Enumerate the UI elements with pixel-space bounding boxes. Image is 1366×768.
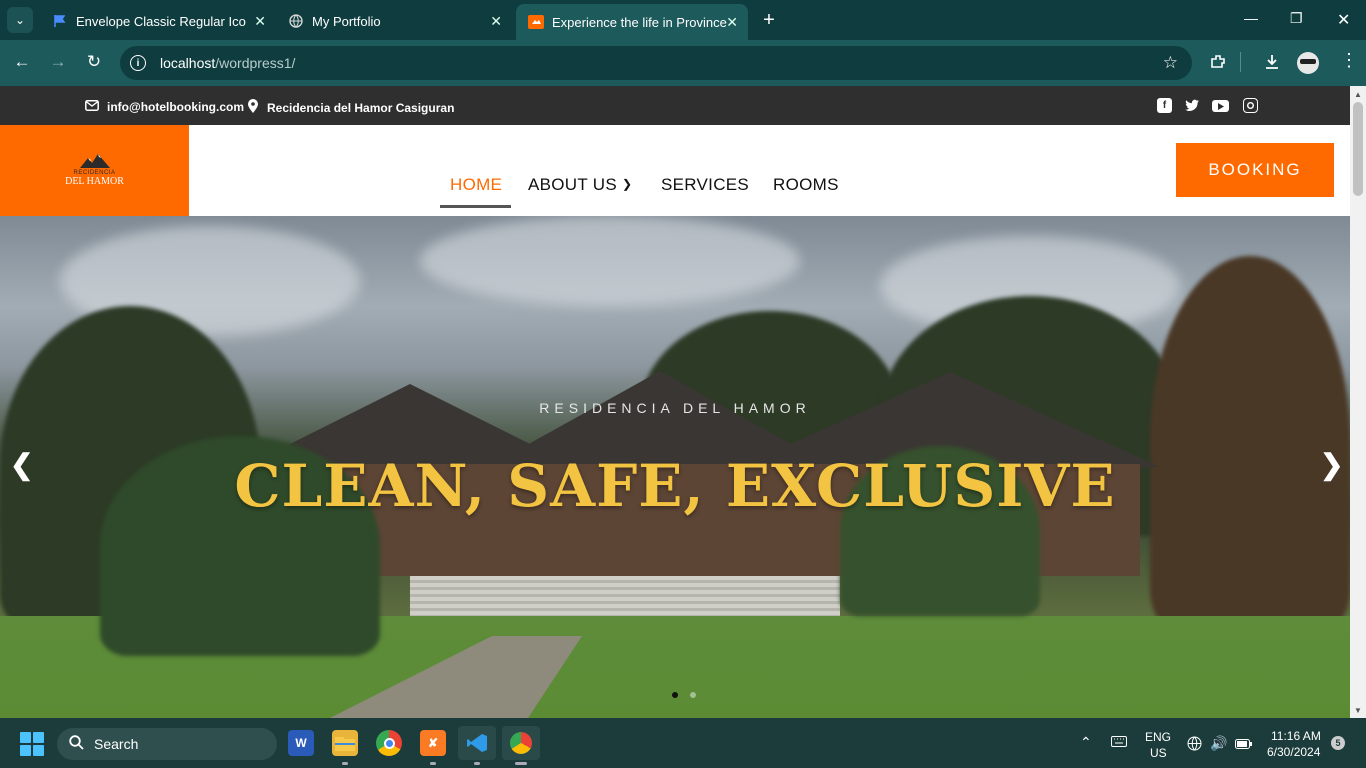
running-indicator bbox=[342, 762, 348, 765]
word-app-icon[interactable]: W bbox=[288, 730, 314, 756]
clock-date[interactable]: 6/30/2024 bbox=[1267, 745, 1320, 759]
slider-prev-icon[interactable]: ❮ bbox=[10, 448, 33, 481]
tab-title: Experience the life in Province bbox=[552, 14, 727, 30]
scroll-up-icon[interactable]: ▲ bbox=[1354, 90, 1362, 99]
new-tab-button[interactable]: + bbox=[758, 9, 780, 32]
nav-services[interactable]: SERVICES bbox=[661, 175, 749, 195]
instagram-icon[interactable] bbox=[1243, 98, 1258, 113]
tab-envelope-icon[interactable]: Envelope Classic Regular Icon | F ✕ bbox=[40, 6, 276, 36]
nav-rooms[interactable]: ROOMS bbox=[773, 175, 839, 195]
window-close-icon[interactable]: ✕ bbox=[1337, 10, 1350, 30]
close-icon[interactable]: ✕ bbox=[726, 14, 738, 31]
flag-icon bbox=[52, 13, 68, 29]
top-info-bar: info@hotelbooking.com Recidencia del Ham… bbox=[0, 86, 1350, 125]
address-input[interactable]: i localhost/wordpress1/ ☆ bbox=[120, 46, 1192, 80]
facebook-icon[interactable]: f bbox=[1157, 98, 1172, 113]
mountain-logo-icon bbox=[79, 154, 110, 168]
network-globe-icon[interactable] bbox=[1187, 736, 1202, 754]
download-icon[interactable] bbox=[1263, 53, 1281, 76]
chrome-profile-app-icon[interactable] bbox=[502, 726, 540, 760]
file-explorer-icon[interactable] bbox=[332, 730, 358, 756]
slider-next-icon[interactable]: ❯ bbox=[1320, 448, 1343, 481]
reload-icon[interactable]: ↻ bbox=[83, 52, 105, 72]
site-logo[interactable]: RECIDENCIA DEL HAMOR bbox=[0, 125, 189, 216]
site-favicon-icon bbox=[528, 14, 544, 30]
profile-avatar[interactable] bbox=[1297, 52, 1319, 74]
toolbar-divider bbox=[1240, 52, 1241, 72]
xampp-app-icon[interactable]: ✘ bbox=[420, 730, 446, 756]
tab-experience-province[interactable]: Experience the life in Province ✕ bbox=[516, 4, 748, 40]
notification-badge[interactable]: 5 bbox=[1331, 736, 1345, 750]
url-text: localhost/wordpress1/ bbox=[160, 55, 296, 71]
windows-start-icon[interactable] bbox=[20, 732, 44, 756]
battery-icon[interactable] bbox=[1235, 738, 1252, 752]
hero-subtitle: RESIDENCIA DEL HAMOR bbox=[539, 400, 811, 416]
envelope-icon bbox=[85, 99, 99, 114]
clock-time[interactable]: 11:16 AM bbox=[1271, 729, 1321, 743]
tab-my-portfolio[interactable]: My Portfolio ✕ bbox=[276, 6, 512, 36]
palm-tree bbox=[1150, 256, 1350, 626]
nav-active-underline bbox=[440, 205, 511, 208]
volume-icon[interactable]: 🔊 bbox=[1210, 735, 1227, 752]
nav-home[interactable]: HOME bbox=[450, 175, 502, 195]
email-text: info@hotelbooking.com bbox=[107, 99, 245, 114]
tab-title: Envelope Classic Regular Icon | F bbox=[76, 13, 246, 29]
running-indicator bbox=[430, 762, 436, 765]
scrollbar-thumb[interactable] bbox=[1353, 102, 1363, 196]
tab-title: My Portfolio bbox=[312, 13, 381, 29]
site-info-icon[interactable]: i bbox=[130, 55, 146, 71]
search-label: Search bbox=[94, 736, 139, 752]
language-line1[interactable]: ENG bbox=[1145, 730, 1171, 744]
web-page: info@hotelbooking.com Recidencia del Ham… bbox=[0, 86, 1350, 718]
twitter-icon[interactable] bbox=[1185, 98, 1200, 113]
bookmark-star-icon[interactable]: ☆ bbox=[1163, 53, 1178, 73]
running-indicator bbox=[474, 762, 480, 765]
nav-about-label: ABOUT US bbox=[528, 175, 617, 194]
back-arrow-icon[interactable]: ← bbox=[11, 52, 33, 72]
close-icon[interactable]: ✕ bbox=[490, 13, 502, 30]
restore-icon[interactable]: ❐ bbox=[1290, 10, 1303, 27]
slider-dot-active[interactable] bbox=[672, 692, 678, 698]
hero-title: CLEAN, SAFE, EXCLUSIVE bbox=[234, 452, 1116, 520]
search-icon bbox=[69, 734, 84, 754]
taskbar-search-input[interactable]: Search bbox=[57, 728, 277, 760]
running-indicator bbox=[515, 762, 527, 765]
vscode-app-icon[interactable] bbox=[458, 726, 496, 760]
close-icon[interactable]: ✕ bbox=[254, 13, 266, 30]
stairs bbox=[410, 576, 840, 616]
youtube-icon[interactable] bbox=[1212, 100, 1229, 112]
nav-about-us[interactable]: ABOUT US ❯ bbox=[528, 175, 632, 195]
language-line2[interactable]: US bbox=[1150, 746, 1167, 760]
forward-arrow-icon[interactable]: → bbox=[47, 52, 69, 72]
scroll-down-icon[interactable]: ▼ bbox=[1354, 706, 1362, 715]
menu-kebab-icon[interactable]: ⋮ bbox=[1340, 50, 1358, 71]
hero-slider: RESIDENCIA DEL HAMOR CLEAN, SAFE, EXCLUS… bbox=[0, 216, 1350, 718]
page-scrollbar[interactable]: ▲ ▼ bbox=[1350, 86, 1366, 718]
chevron-up-icon[interactable]: ⌃ bbox=[1080, 734, 1092, 751]
address-text: Recidencia del Hamor Casiguran bbox=[267, 101, 455, 115]
address-contact: Recidencia del Hamor Casiguran bbox=[247, 99, 454, 117]
extensions-icon[interactable] bbox=[1209, 53, 1227, 76]
globe-icon bbox=[288, 13, 304, 29]
chrome-app-icon[interactable] bbox=[376, 730, 402, 756]
minimize-icon[interactable]: — bbox=[1244, 10, 1258, 26]
chevron-down-icon: ⌄ bbox=[14, 13, 26, 27]
email-contact[interactable]: info@hotelbooking.com bbox=[85, 99, 244, 114]
cloud bbox=[420, 216, 800, 306]
chevron-down-icon: ❯ bbox=[622, 177, 633, 191]
logo-line2: DEL HAMOR bbox=[65, 176, 124, 187]
slider-dot[interactable] bbox=[690, 692, 696, 698]
keyboard-icon[interactable] bbox=[1111, 736, 1127, 750]
tab-search-button[interactable]: ⌄ bbox=[7, 7, 33, 33]
windows-taskbar: Search W ✘ ⌃ ENG US 🔊 11:16 AM 6/30/2024… bbox=[0, 718, 1366, 768]
booking-button[interactable]: BOOKING bbox=[1176, 143, 1334, 197]
map-pin-icon bbox=[247, 99, 259, 117]
site-header: RECIDENCIA DEL HAMOR HOME ABOUT US ❯ SER… bbox=[0, 125, 1350, 216]
